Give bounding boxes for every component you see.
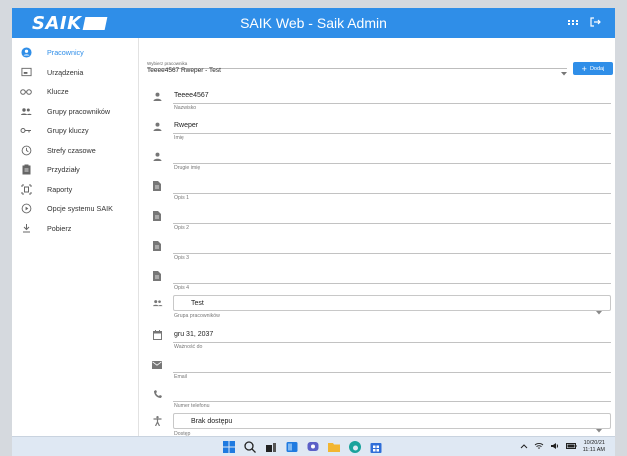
sidebar-item-pobierz[interactable]: Pobierz [12,219,138,239]
person-icon [151,91,163,101]
clock-time: 11:11 AM [582,447,605,453]
clock-icon [19,144,33,156]
clock-date: 10/20/21 [583,440,605,446]
email-label: Email [174,374,187,380]
sidebar-item-label: Opcje systemu SAIK [47,204,113,214]
sidebar: Pracownicy Urządzenia Klucze Grupy praco… [12,38,139,436]
person-icon [151,151,163,161]
windows-taskbar: 10/20/21 11:11 AM [12,436,615,456]
volume-icon[interactable] [550,442,560,452]
chat-icon[interactable] [306,440,320,454]
description-3-label: Opis 3 [174,255,189,261]
logout-icon[interactable] [589,16,601,28]
first-name-value: Rweper [174,122,199,129]
valid-to-value: gru 31, 2037 [174,331,214,338]
second-name-label: Drugie imię [174,165,201,171]
report-icon [19,183,33,195]
sidebar-item-klucze[interactable]: Klucze [12,82,138,102]
person-icon [151,121,163,131]
system-tray: 10/20/21 11:11 AM [520,440,605,454]
employee-select-label: Wybierz pracownika [147,61,188,66]
clipboard-icon [19,164,33,176]
sidebar-item-label: Klucze [47,87,69,97]
surname-value: Teeee4567 [174,92,209,99]
people-icon [19,105,33,117]
play-circle-icon [19,203,33,215]
store-icon[interactable] [369,440,383,454]
chevron-up-icon[interactable] [520,443,528,451]
document-icon [151,271,163,281]
employee-select[interactable]: Wybierz pracownika Teeee4567 Rweper - Te… [147,48,567,76]
search-icon[interactable] [243,440,257,454]
accessibility-icon [151,416,163,426]
keys-icon [19,86,33,98]
document-icon [151,181,163,191]
download-icon [19,222,33,234]
device-icon [19,66,33,78]
sidebar-item-label: Pobierz [47,223,72,233]
sidebar-item-label: Grupy kluczy [47,126,89,136]
document-icon [151,211,163,221]
surname-label: Nazwisko [174,105,197,111]
description-2-label: Opis 2 [174,225,189,231]
access-value: Brak dostępu [191,418,233,425]
apps-icon[interactable] [567,16,579,28]
sidebar-item-label: Raporty [47,184,73,194]
app-window: SAIK SAIK Web - Saik Admin Pracownicy Ur… [12,8,615,456]
clock[interactable]: 10/20/21 11:11 AM [583,440,605,454]
sidebar-item-grupy-pracownikow[interactable]: Grupy pracowników [12,102,138,122]
phone-label: Numer telefonu [174,403,210,409]
sidebar-item-label: Strefy czasowe [47,145,96,155]
sidebar-item-przydzialy[interactable]: Przydziały [12,160,138,180]
sidebar-item-grupy-kluczy[interactable]: Grupy kluczy [12,121,138,141]
add-button-label: Dodaj [589,65,605,72]
sidebar-item-urzadzenia[interactable]: Urządzenia [12,63,138,83]
task-view-icon[interactable] [264,440,278,454]
app-bar: SAIK SAIK Web - Saik Admin [12,8,615,38]
description-4-label: Opis 4 [174,285,189,291]
mail-icon [151,360,163,370]
windows-start-icon[interactable] [222,440,236,454]
wifi-icon[interactable] [534,442,544,452]
description-1-label: Opis 1 [174,195,189,201]
chevron-down-icon [596,302,602,320]
edge-browser-icon[interactable] [348,440,362,454]
phone-icon [151,389,163,399]
valid-to-label: Ważność do [174,344,203,350]
plus-icon: + [581,63,587,74]
employee-form: Wybierz pracownika Teeee4567 Rweper - Te… [139,38,615,437]
sidebar-item-label: Grupy pracowników [47,106,111,116]
employee-group-label: Grupa pracowników [174,313,220,319]
sidebar-item-label: Urządzenia [47,67,84,77]
sidebar-item-opcje-systemu[interactable]: Opcje systemu SAIK [12,199,138,219]
calendar-icon [151,330,163,340]
sidebar-item-label: Pracownicy [47,48,84,58]
key-icon [19,125,33,137]
chevron-down-icon [561,63,567,81]
employee-group-value: Test [191,300,204,307]
file-explorer-icon[interactable] [327,440,341,454]
sidebar-item-raporty[interactable]: Raporty [12,180,138,200]
employee-select-value: Teeee4567 Rweper - Test [147,67,221,74]
sidebar-item-label: Przydziały [47,165,80,175]
people-icon [151,298,163,308]
add-button[interactable]: + Dodaj [573,62,613,75]
sidebar-item-pracownicy[interactable]: Pracownicy [12,43,138,63]
app-title: SAIK Web - Saik Admin [240,15,387,31]
widgets-icon[interactable] [285,440,299,454]
sidebar-item-strefy-czasowe[interactable]: Strefy czasowe [12,141,138,161]
person-circle-icon [19,47,33,59]
battery-icon[interactable] [565,443,577,451]
first-name-label: Imię [174,135,184,141]
document-icon [151,241,163,251]
